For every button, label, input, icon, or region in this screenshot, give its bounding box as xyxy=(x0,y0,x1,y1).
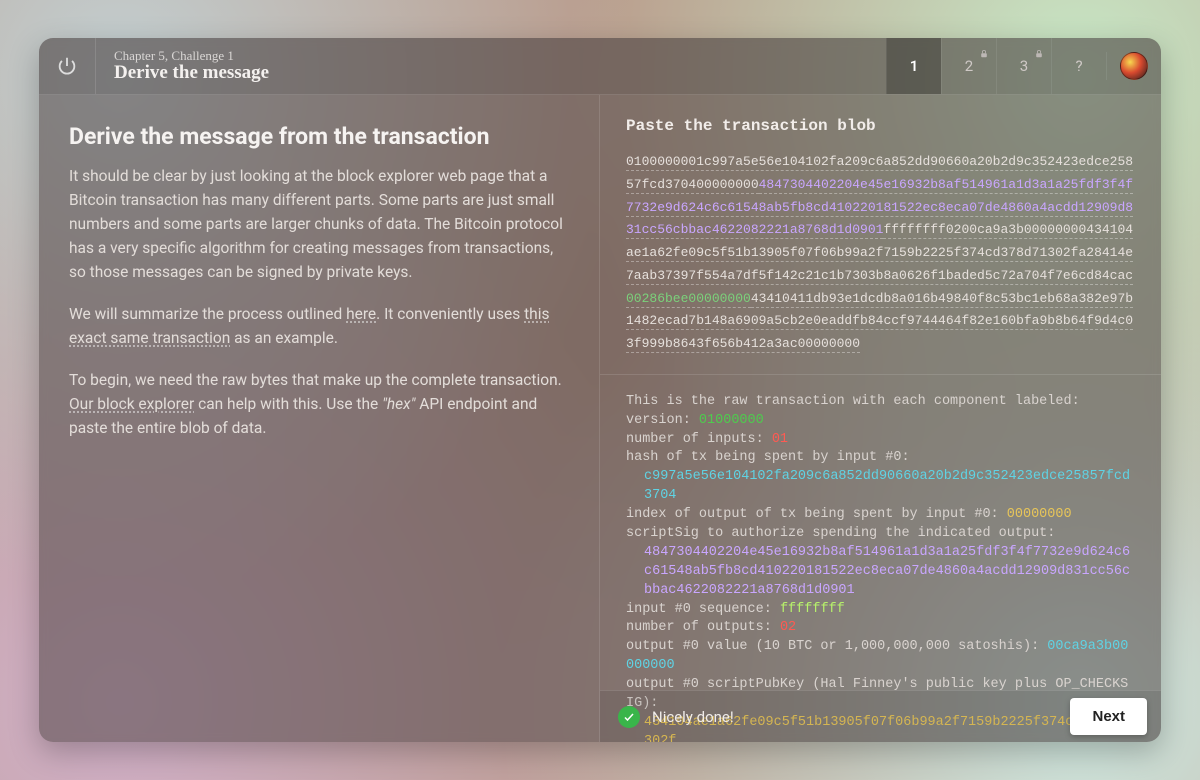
instructions-p1: It should be clear by just looking at th… xyxy=(69,164,569,284)
work-pane: Paste the transaction blob 0100000001c99… xyxy=(600,95,1161,742)
chapter-label: Chapter 5, Challenge 1 xyxy=(114,48,886,64)
next-button[interactable]: Next xyxy=(1070,698,1147,735)
instructions-heading: Derive the message from the transaction xyxy=(69,123,569,150)
page-title: Derive the message xyxy=(114,62,886,84)
link-here[interactable]: here xyxy=(346,305,376,323)
lock-icon xyxy=(1035,44,1043,52)
sequence-value: ffffffff xyxy=(780,602,845,617)
instructions-p3: To begin, we need the raw bytes that mak… xyxy=(69,368,569,440)
success-icon xyxy=(618,706,640,728)
step-tabs: 123? xyxy=(886,38,1106,94)
status-message: Nicely done! xyxy=(652,708,1070,726)
footer-bar: Nicely done! Next xyxy=(600,690,1161,742)
step-tab-2[interactable]: 2 xyxy=(941,38,996,94)
avatar-button[interactable] xyxy=(1106,52,1161,80)
instructions-pane: Derive the message from the transaction … xyxy=(39,95,600,742)
decoded-output: This is the raw transaction with each co… xyxy=(600,375,1161,742)
decoded-intro: This is the raw transaction with each co… xyxy=(626,393,1135,412)
body: Derive the message from the transaction … xyxy=(39,95,1161,742)
power-button[interactable] xyxy=(39,38,96,94)
paste-title: Paste the transaction blob xyxy=(626,117,1135,135)
output-index-value: 00000000 xyxy=(1007,507,1072,522)
lock-icon xyxy=(980,44,988,52)
transaction-blob-input[interactable]: 0100000001c997a5e56e104102fa209c6a852dd9… xyxy=(626,151,1135,356)
step-tab-3[interactable]: 3 xyxy=(996,38,1051,94)
step-tab-1[interactable]: 1 xyxy=(886,38,941,94)
link-block-explorer[interactable]: Our block explorer xyxy=(69,395,194,413)
blob-segment: 00286bee00000000 xyxy=(626,291,751,308)
input-hash-value: c997a5e56e104102fa209c6a852dd90660a20b2d… xyxy=(626,468,1135,506)
header-bar: Chapter 5, Challenge 1 Derive the messag… xyxy=(39,38,1161,95)
breadcrumb: Chapter 5, Challenge 1 Derive the messag… xyxy=(96,48,886,84)
avatar-icon xyxy=(1120,52,1148,80)
num-inputs-value: 01 xyxy=(772,432,788,447)
scriptsig-value: 4847304402204e45e16932b8af514961a1d3a1a2… xyxy=(626,544,1135,601)
challenge-card: Chapter 5, Challenge 1 Derive the messag… xyxy=(39,38,1161,742)
step-tab-?[interactable]: ? xyxy=(1051,38,1106,94)
num-outputs-value: 02 xyxy=(780,620,796,635)
power-icon xyxy=(56,55,78,77)
instructions-p2: We will summarize the process outlined h… xyxy=(69,302,569,350)
version-value: 01000000 xyxy=(699,413,764,428)
